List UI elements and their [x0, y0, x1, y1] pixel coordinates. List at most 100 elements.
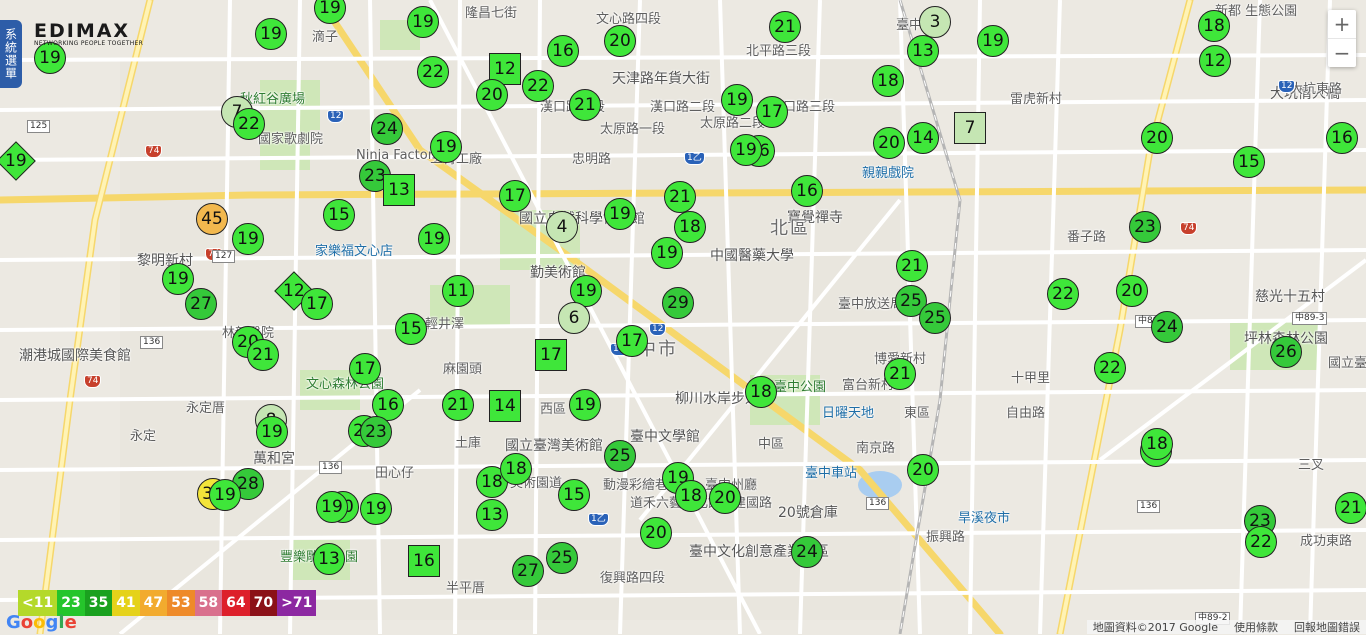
pm25-station-marker[interactable]: 13 [907, 35, 939, 67]
marker-value: 19 [39, 48, 61, 68]
zoom-in-button[interactable]: + [1328, 10, 1356, 38]
pm25-station-marker[interactable]: 16 [791, 175, 823, 207]
pm25-station-marker[interactable]: 13 [476, 499, 508, 531]
marker-value: 21 [889, 364, 911, 384]
pm25-station-marker[interactable]: 27 [512, 555, 544, 587]
pm25-station-marker[interactable]: 19 [209, 479, 241, 511]
pm25-station-marker[interactable]: 17 [756, 96, 788, 128]
pm25-station-marker[interactable]: 21 [884, 358, 916, 390]
road-shield: 1乙 [684, 152, 705, 165]
pm25-station-marker[interactable]: 20 [1141, 122, 1173, 154]
pm25-station-marker[interactable]: 19 [232, 223, 264, 255]
road-shield: 74 [84, 375, 102, 388]
pm25-station-marker[interactable]: 16 [547, 35, 579, 67]
legend-swatch: 64 [222, 590, 250, 616]
pm25-station-marker[interactable]: 22 [1094, 352, 1126, 384]
pm25-station-marker[interactable]: 17 [349, 353, 381, 385]
pm25-station-marker[interactable]: 13 [313, 543, 345, 575]
pm25-station-marker[interactable]: 18 [745, 376, 777, 408]
pm25-station-marker[interactable]: 18 [872, 65, 904, 97]
report-error-link[interactable]: 回報地圖錯誤 [1294, 619, 1360, 635]
pm25-station-marker[interactable]: 14 [489, 390, 521, 422]
pm25-station-marker[interactable]: 15 [323, 199, 355, 231]
pm25-station-marker[interactable]: 15 [1233, 146, 1265, 178]
pm25-station-marker[interactable]: 24 [371, 113, 403, 145]
pm25-station-marker[interactable]: 19 [721, 84, 753, 116]
pm25-station-marker[interactable]: 19 [430, 131, 462, 163]
pm25-station-marker[interactable]: 19 [360, 493, 392, 525]
pm25-station-marker[interactable]: 21 [442, 389, 474, 421]
pm25-station-marker[interactable]: 19 [407, 6, 439, 38]
pm25-station-marker[interactable]: 17 [535, 339, 567, 371]
pm25-station-marker[interactable]: 25 [546, 542, 578, 574]
pm25-station-marker[interactable]: 22 [1245, 526, 1277, 558]
pm25-station-marker[interactable]: 6 [558, 302, 590, 334]
pm25-station-marker[interactable]: 19 [651, 237, 683, 269]
pm25-station-marker[interactable]: 27 [185, 288, 217, 320]
pm25-station-marker[interactable]: 22 [522, 70, 554, 102]
pm25-station-marker[interactable]: 22 [233, 108, 265, 140]
pm25-station-marker[interactable]: 3 [919, 6, 951, 38]
terms-link[interactable]: 使用條款 [1234, 619, 1278, 635]
pm25-station-marker[interactable]: 23 [1129, 211, 1161, 243]
pm25-station-marker[interactable]: 21 [247, 339, 279, 371]
marker-value: 20 [1146, 128, 1168, 148]
pm25-station-marker[interactable]: 20 [907, 454, 939, 486]
pm25-station-marker[interactable]: 21 [664, 181, 696, 213]
pm25-station-marker[interactable]: 20 [1116, 275, 1148, 307]
pm25-station-marker[interactable]: 29 [662, 287, 694, 319]
pm25-station-marker[interactable]: 19 [255, 18, 287, 50]
pm25-station-marker[interactable]: 15 [558, 479, 590, 511]
pm25-station-marker[interactable]: 22 [1047, 278, 1079, 310]
pm25-station-marker[interactable]: 18 [674, 211, 706, 243]
pm25-station-marker[interactable]: 45 [196, 203, 228, 235]
marker-value: 18 [1146, 434, 1168, 454]
pm25-station-marker[interactable]: 12 [1199, 45, 1231, 77]
pm25-station-marker[interactable]: 13 [383, 174, 415, 206]
pm25-station-marker[interactable]: 16 [408, 545, 440, 577]
pm25-station-marker[interactable]: 19 [977, 25, 1009, 57]
pm25-station-marker[interactable]: 23 [360, 416, 392, 448]
pm25-station-marker[interactable]: 17 [616, 325, 648, 357]
pm25-station-marker[interactable]: 18 [675, 480, 707, 512]
pm25-station-marker[interactable]: 18 [1198, 10, 1230, 42]
pm25-station-marker[interactable]: 17 [499, 180, 531, 212]
zoom-out-button[interactable]: − [1328, 38, 1356, 67]
pm25-station-marker[interactable]: 21 [1335, 492, 1366, 524]
pm25-station-marker[interactable]: 20 [640, 517, 672, 549]
pm25-station-marker[interactable]: 17 [301, 288, 333, 320]
pm25-station-marker[interactable]: 15 [395, 313, 427, 345]
pm25-station-marker[interactable]: 19 [316, 491, 348, 523]
pm25-station-marker[interactable]: 20 [604, 25, 636, 57]
pm25-station-marker[interactable]: 19 [604, 198, 636, 230]
pm25-station-marker[interactable]: 18 [1141, 428, 1173, 460]
pm25-station-marker[interactable]: 24 [791, 536, 823, 568]
pm25-station-marker[interactable]: 20 [476, 79, 508, 111]
pm25-station-marker[interactable]: 18 [500, 453, 532, 485]
pm25-station-marker[interactable]: 19 [256, 416, 288, 448]
marker-value: 16 [377, 395, 399, 415]
system-menu-tab[interactable]: 系統選單 [0, 20, 22, 88]
pm25-station-marker[interactable]: 24 [1151, 311, 1183, 343]
pm25-station-marker[interactable]: 19 [730, 134, 762, 166]
pm25-station-marker[interactable]: 22 [417, 56, 449, 88]
pm25-station-marker[interactable]: 21 [896, 250, 928, 282]
marker-value: 19 [260, 24, 282, 44]
legend-swatch: >71 [277, 590, 317, 616]
pm25-station-marker[interactable]: 11 [442, 275, 474, 307]
pm25-station-marker[interactable]: 25 [919, 302, 951, 334]
pm25-station-marker[interactable]: 20 [873, 127, 905, 159]
pm25-station-marker[interactable]: 14 [907, 122, 939, 154]
pm25-station-marker[interactable]: 26 [1270, 336, 1302, 368]
pm25-station-marker[interactable]: 7 [954, 112, 986, 144]
pm25-station-marker[interactable]: 25 [604, 440, 636, 472]
pm25-station-marker[interactable]: 21 [569, 89, 601, 121]
pm25-station-marker[interactable]: 19 [418, 223, 450, 255]
pm25-station-marker[interactable]: 16 [1326, 122, 1358, 154]
pm25-station-marker[interactable]: 21 [769, 11, 801, 43]
map-canvas[interactable]: 滴子隆昌七街文心路四段天津路年貨大街北平路三段臺中三宮新都 生態公園秋紅谷廣場國… [0, 0, 1366, 634]
pm25-station-marker[interactable]: 19 [569, 389, 601, 421]
pm25-station-marker[interactable]: 20 [709, 482, 741, 514]
pm25-station-marker[interactable]: 4 [546, 211, 578, 243]
pm25-station-marker[interactable]: 19 [162, 263, 194, 295]
